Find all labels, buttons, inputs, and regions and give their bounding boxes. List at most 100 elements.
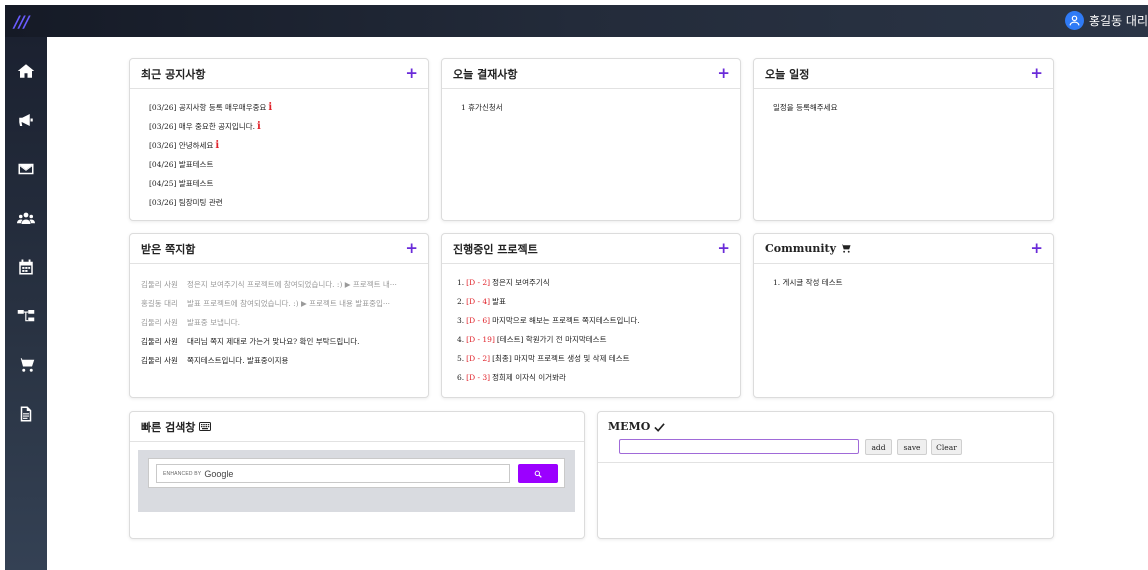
memo-save-button[interactable]: save — [897, 439, 927, 455]
notice-item[interactable]: [03/26] 안녕하세요 i — [149, 136, 428, 155]
home-icon — [17, 64, 35, 78]
message-text: 대리님 쪽지 제대로 가는거 맞나요? 확인 부탁드립니다. — [187, 337, 360, 346]
important-icon: i — [257, 121, 261, 132]
message-item[interactable]: 김둘리 사원 정은지 보여주기식 프로젝트에 참여되었습니다. :) ▶ 프로젝트… — [141, 275, 428, 294]
cart-icon — [17, 358, 35, 372]
message-text: 쪽지테스트입니다. 발표중이지용 — [187, 356, 289, 365]
calendar-icon — [19, 259, 33, 275]
sidebar-item-notices[interactable] — [5, 106, 47, 134]
project-dday: [D - 4] — [466, 297, 491, 306]
memo-add-button[interactable]: add — [865, 439, 892, 455]
approvals-title: 오늘 결재사항 — [453, 67, 518, 81]
notice-item[interactable]: [03/26] 공지사항 등록 매우매우중요 i — [149, 98, 428, 117]
sidebar-item-users[interactable] — [5, 204, 47, 232]
project-dday: [D - 19] — [466, 335, 495, 344]
sidebar-item-documents[interactable] — [5, 400, 47, 428]
message-item[interactable]: 김둘리 사원 쪽지테스트입니다. 발표중이지용 — [141, 351, 428, 370]
project-number: 1. — [457, 278, 465, 287]
approvals-list: 1 휴가신청서 — [442, 89, 740, 117]
approvals-card: 오늘 결재사항 + 1 휴가신청서 — [441, 58, 741, 221]
important-icon: i — [268, 102, 273, 113]
message-text: 발표 프로젝트에 참여되었습니다. :) ▶ 프로젝트 내용 발표중입··· — [187, 299, 391, 308]
schedule-title: 오늘 일정 — [765, 67, 810, 81]
community-add-button[interactable]: + — [1030, 241, 1043, 256]
megaphone-icon — [19, 114, 33, 126]
check-icon — [654, 422, 666, 432]
search-button[interactable] — [518, 464, 558, 483]
user-avatar-icon — [1064, 11, 1084, 30]
user-menu[interactable]: 홍길동 대리 — [1064, 11, 1148, 30]
schedule-list: 일정을 등록해주세요 — [754, 89, 1053, 117]
important-icon: i — [215, 140, 220, 151]
notice-item[interactable]: [03/26] 매우 중요한 공지입니다. i — [149, 117, 428, 136]
project-dday: [D - 6] — [466, 316, 491, 325]
app-logo[interactable]: /// — [14, 12, 30, 31]
notices-add-button[interactable]: + — [405, 66, 418, 81]
notice-text: [03/26] 팀장미팅 관련 — [149, 198, 223, 207]
memo-clear-button[interactable]: Clear — [931, 439, 962, 455]
google-label: Google — [204, 468, 234, 479]
project-number: 6. — [457, 373, 465, 382]
notice-text: [04/26] 발표테스트 — [149, 160, 214, 169]
cart-icon — [840, 244, 851, 253]
projects-add-button[interactable]: + — [717, 241, 730, 256]
list-item[interactable]: 1 휴가신청서 — [461, 98, 740, 117]
message-item[interactable]: 김둘리 사원 대리님 쪽지 제대로 가는거 맞나요? 확인 부탁드립니다. — [141, 332, 428, 351]
sidebar-item-organization[interactable] — [5, 302, 47, 330]
memo-title: MEMO — [608, 420, 651, 433]
quick-search-header: 빠른 검색창 — [141, 419, 212, 435]
schedule-card: 오늘 일정 + 일정을 등록해주세요 — [753, 58, 1054, 221]
project-item[interactable]: 3. [D - 6] 마지막으로 해보는 프로젝트 쪽지테스트입니다. — [457, 311, 740, 330]
project-number: 4. — [457, 335, 465, 344]
messages-title: 받은 쪽지함 — [141, 242, 196, 256]
notice-text: [03/26] 안녕하세요 — [149, 141, 214, 150]
notice-item[interactable]: [04/25] 발표테스트 — [149, 174, 428, 193]
projects-list: 1. [D - 2] 정은지 보여주기식 2. [D - 4] 발표 3. [D - 6] 마지… — [442, 264, 740, 387]
memo-card: MEMO add save Clear — [597, 411, 1054, 539]
notice-text: [04/25] 발표테스트 — [149, 179, 214, 188]
sidebar-item-shop[interactable] — [5, 351, 47, 379]
quick-search-title: 빠른 검색창 — [141, 420, 196, 434]
top-bar: /// 홍길동 대리 — [5, 5, 1148, 37]
memo-input[interactable] — [619, 439, 859, 454]
message-text: 발표중 보냅니다. — [187, 318, 241, 327]
sidebar-item-messages[interactable] — [5, 155, 47, 183]
message-sender: 김둘리 사원 — [141, 280, 178, 289]
search-input[interactable]: ENHANCED BY Google — [156, 464, 510, 483]
google-search-area: ENHANCED BY Google — [138, 450, 575, 512]
project-name: 정희제 이자식 이거봐라 — [492, 373, 566, 382]
messages-card: 받은 쪽지함 + 김둘리 사원 정은지 보여주기식 프로젝트에 참여되었습니다. … — [129, 233, 429, 398]
project-item[interactable]: 1. [D - 2] 정은지 보여주기식 — [457, 273, 740, 292]
approvals-add-button[interactable]: + — [717, 66, 730, 81]
sidebar — [5, 37, 47, 570]
message-text: 정은지 보여주기식 프로젝트에 참여되었습니다. :) ▶ 프로젝트 내··· — [187, 280, 397, 289]
community-card: Community + 1. 게시글 작성 테스트 — [753, 233, 1054, 398]
project-name: 정은지 보여주기식 — [492, 278, 550, 287]
schedule-add-button[interactable]: + — [1030, 66, 1043, 81]
project-item[interactable]: 2. [D - 4] 발표 — [457, 292, 740, 311]
user-name: 홍길동 대리 — [1088, 14, 1148, 28]
list-item[interactable]: 1. 게시글 작성 테스트 — [773, 273, 1053, 292]
search-icon — [534, 470, 542, 478]
project-item[interactable]: 5. [D - 2] [최종] 마지막 프로젝트 생성 및 삭제 테스트 — [457, 349, 740, 368]
project-item[interactable]: 4. [D - 19] [테스트] 학원가기 전 마지막테스트 — [457, 330, 740, 349]
messages-list: 김둘리 사원 정은지 보여주기식 프로젝트에 참여되었습니다. :) ▶ 프로젝트… — [130, 264, 428, 370]
project-dday: [D - 3] — [466, 373, 491, 382]
message-item[interactable]: 김둘리 사원 발표중 보냅니다. — [141, 313, 428, 332]
message-item[interactable]: 홍길동 대리 발표 프로젝트에 참여되었습니다. :) ▶ 프로젝트 내용 발표중… — [141, 294, 428, 313]
message-sender: 김둘리 사원 — [141, 337, 178, 346]
sidebar-item-calendar[interactable] — [5, 253, 47, 281]
project-name: 발표 — [492, 297, 506, 306]
project-number: 2. — [457, 297, 465, 306]
notice-item[interactable]: [04/26] 발표테스트 — [149, 155, 428, 174]
project-name: 마지막으로 해보는 프로젝트 쪽지테스트입니다. — [492, 316, 640, 325]
project-dday: [D - 2] — [466, 278, 491, 287]
projects-card: 진행중인 프로젝트 + 1. [D - 2] 정은지 보여주기식 2. [D - 4] 발… — [441, 233, 741, 398]
sidebar-item-home[interactable] — [5, 57, 47, 85]
project-item[interactable]: 6. [D - 3] 정희제 이자식 이거봐라 — [457, 368, 740, 387]
notices-list: [03/26] 공지사항 등록 매우매우중요 i [03/26] 매우 중요한 공지… — [130, 89, 428, 212]
notice-item[interactable]: [03/26] 팀장미팅 관련 — [149, 193, 428, 212]
project-dday: [D - 2] — [466, 354, 491, 363]
messages-add-button[interactable]: + — [405, 241, 418, 256]
project-name: [최종] 마지막 프로젝트 생성 및 삭제 테스트 — [492, 354, 630, 363]
